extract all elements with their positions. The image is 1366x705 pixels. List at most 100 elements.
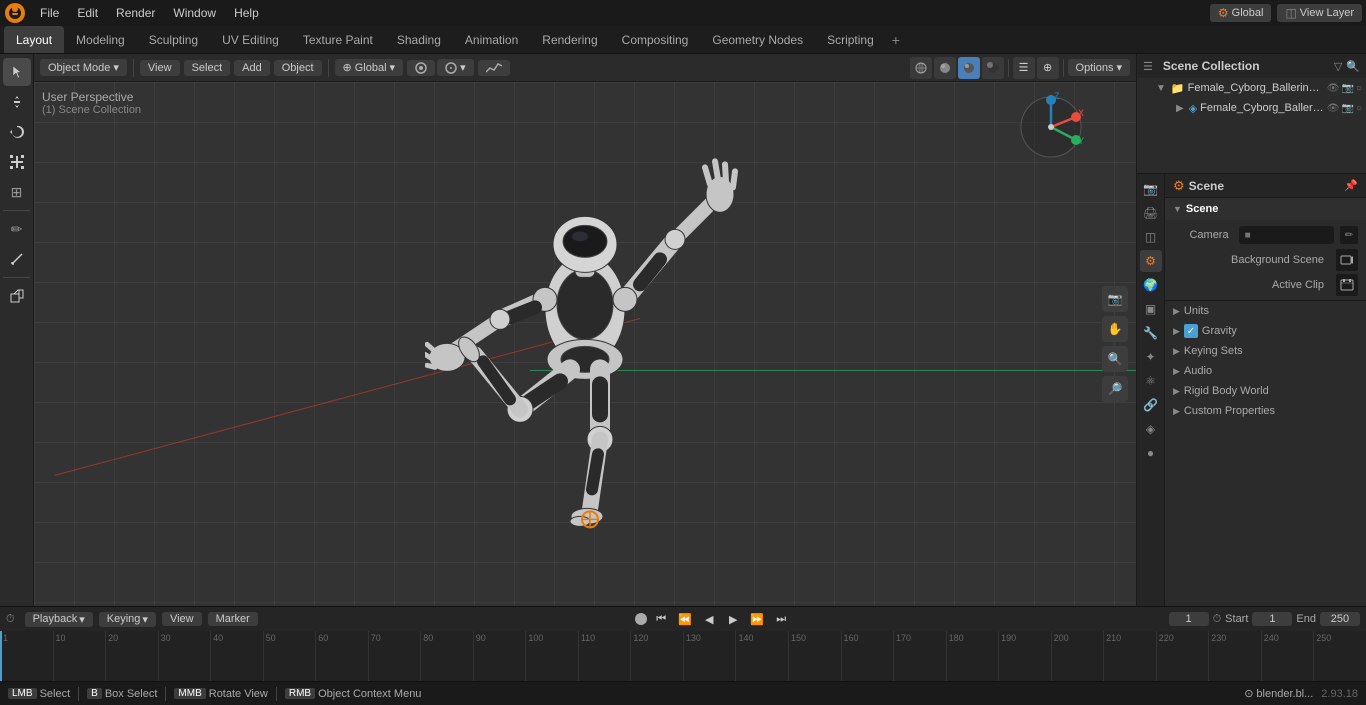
output-props-icon[interactable]: 🖨 [1140,202,1162,224]
menu-window[interactable]: Window [165,4,224,22]
rendered-mode-button[interactable] [982,57,1004,79]
zoom-in-button[interactable]: 🔍 [1102,346,1128,372]
custom-props-section[interactable]: ▶ Custom Properties [1165,401,1366,421]
object-mode-dropdown[interactable]: Object Mode ▾ [40,59,127,76]
wireframe-mode-button[interactable] [910,57,932,79]
constraints-props-icon[interactable]: 🔗 [1140,394,1162,416]
annotate-tool[interactable]: ✏ [3,215,31,243]
pin-icon[interactable]: 📌 [1344,179,1358,192]
physics-props-icon[interactable]: ⚛ [1140,370,1162,392]
gravity-checkbox[interactable]: ✓ [1184,324,1198,338]
marker-menu[interactable]: Marker [208,612,258,626]
tab-layout[interactable]: Layout [4,26,64,53]
tab-uv-editing[interactable]: UV Editing [210,26,291,53]
object-menu[interactable]: Object [274,60,322,76]
select-menu[interactable]: Select [184,60,231,76]
view-menu-timeline[interactable]: View [162,612,202,626]
playback-menu[interactable]: Playback ▾ [25,612,93,627]
view-menu[interactable]: View [140,60,180,76]
tab-sculpting[interactable]: Sculpting [137,26,210,53]
visibility-icon-1[interactable]: 👁 [1327,103,1340,114]
viewport-gizmo[interactable]: X Y Z [1016,92,1086,162]
scene-selector[interactable]: ⚙ Global [1210,4,1272,22]
menu-edit[interactable]: Edit [69,4,106,22]
active-clip-icon[interactable] [1336,274,1358,296]
menu-render[interactable]: Render [108,4,163,22]
add-cube-tool[interactable] [3,282,31,310]
overlay-toggle[interactable]: ☰ [1013,57,1035,79]
view-layer-selector[interactable]: ◫ View Layer [1277,4,1362,22]
add-menu[interactable]: Add [234,60,270,76]
outliner-search-icon[interactable]: 🔍 [1346,60,1360,73]
bg-scene-camera-icon[interactable] [1336,249,1358,271]
tab-shading[interactable]: Shading [385,26,453,53]
keying-menu[interactable]: Keying ▾ [99,612,156,627]
camera-icon-0[interactable]: 📷 [1342,83,1354,94]
current-frame-input[interactable]: 1 [1169,612,1209,626]
material-props-icon[interactable]: ● [1140,442,1162,464]
scale-tool[interactable] [3,148,31,176]
units-section[interactable]: ▶ Units [1165,301,1366,321]
viewport-canvas[interactable]: User Perspective (1) Scene Collection [34,82,1136,606]
start-frame-input[interactable]: 1 [1252,612,1292,626]
camera-edit-icon[interactable]: ✏ [1340,226,1358,244]
move-tool[interactable] [3,88,31,116]
tab-geometry-nodes[interactable]: Geometry Nodes [700,26,815,53]
jump-to-end-button[interactable]: ⏭ [771,609,791,629]
audio-section[interactable]: ▶ Audio [1165,361,1366,381]
tab-compositing[interactable]: Compositing [610,26,701,53]
play-button[interactable]: ▶ [723,609,743,629]
graph-toggle[interactable] [478,60,510,76]
outliner-filter-icon[interactable]: ▽ [1334,60,1342,73]
solid-mode-button[interactable] [934,57,956,79]
render-icon-0[interactable]: ○ [1356,83,1362,94]
tab-rendering[interactable]: Rendering [530,26,609,53]
tab-scripting[interactable]: Scripting [815,26,886,53]
add-workspace-button[interactable]: + [886,30,906,50]
scene-section-header[interactable]: ▼ Scene [1165,198,1366,220]
record-button[interactable] [635,613,647,625]
camera-icon-1[interactable]: 📷 [1342,103,1354,114]
object-props-icon[interactable]: ▣ [1140,298,1162,320]
transform-tool[interactable]: ⊞ [3,178,31,206]
next-keyframe-button[interactable]: ⏩ [747,609,767,629]
scene-props-icon[interactable]: ⚙ [1140,250,1162,272]
modifier-props-icon[interactable]: 🔧 [1140,322,1162,344]
timeline-icon[interactable]: ⏱ [6,613,15,626]
data-props-icon[interactable]: ◈ [1140,418,1162,440]
timeline-ruler[interactable]: (function() { const marks = ['1','10','2… [0,631,1366,681]
options-dropdown[interactable]: Options ▾ [1068,59,1130,76]
gravity-section[interactable]: ▶ ✓ Gravity [1165,321,1366,341]
hand-tool-button[interactable]: ✋ [1102,316,1128,342]
keying-sets-section[interactable]: ▶ Keying Sets [1165,341,1366,361]
jump-to-start-button[interactable]: ⏮ [651,609,671,629]
snap-toggle[interactable] [407,60,435,76]
view-layer-props-icon[interactable]: ◫ [1140,226,1162,248]
particles-props-icon[interactable]: ✦ [1140,346,1162,368]
tab-modeling[interactable]: Modeling [64,26,137,53]
outliner-item-collection[interactable]: ▼ 📁 Female_Cyborg_Ballerina_Po 👁 📷 ○ [1137,78,1366,98]
render-icon-1[interactable]: ○ [1356,103,1362,114]
transform-space-dropdown[interactable]: ⊕ Global ▾ [335,59,404,76]
world-props-icon[interactable]: 🌍 [1140,274,1162,296]
prev-keyframe-button[interactable]: ⏪ [675,609,695,629]
cursor-tool[interactable] [3,58,31,86]
material-preview-button[interactable] [958,57,980,79]
tab-animation[interactable]: Animation [453,26,530,53]
camera-value[interactable]: ■ [1239,226,1334,244]
camera-view-button[interactable]: 📷 [1102,286,1128,312]
gizmo-toggle[interactable]: ⊕ [1037,57,1059,79]
tab-texture-paint[interactable]: Texture Paint [291,26,385,53]
end-frame-input[interactable]: 250 [1320,612,1360,626]
measure-tool[interactable] [3,245,31,273]
proportional-toggle[interactable]: ▾ [437,59,474,76]
rotate-tool[interactable] [3,118,31,146]
visibility-icon-0[interactable]: 👁 [1327,83,1340,94]
outliner-item-mesh[interactable]: ▶ ◈ Female_Cyborg_Ballerina 👁 📷 ○ [1137,98,1366,118]
menu-help[interactable]: Help [226,4,267,22]
render-props-icon[interactable]: 📷 [1140,178,1162,200]
play-reverse-button[interactable]: ◀ [699,609,719,629]
menu-file[interactable]: File [32,4,67,22]
zoom-out-button[interactable]: 🔎 [1102,376,1128,402]
rigid-body-section[interactable]: ▶ Rigid Body World [1165,381,1366,401]
